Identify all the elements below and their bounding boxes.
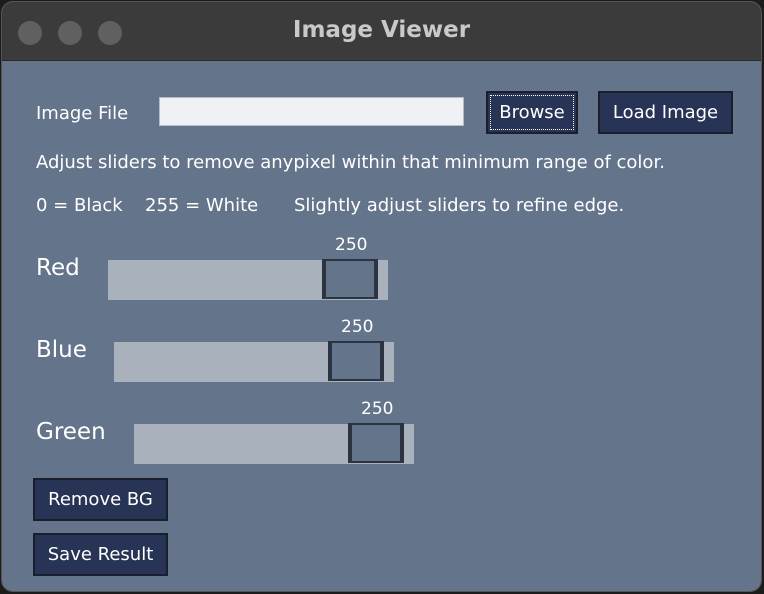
instruction-text: Adjust sliders to remove anypixel within… <box>36 152 665 173</box>
blue-slider-value: 250 <box>341 317 374 337</box>
blue-slider[interactable] <box>114 341 394 382</box>
green-slider-value: 250 <box>361 399 394 419</box>
window-title: Image Viewer <box>292 17 471 43</box>
browse-button[interactable]: Browse <box>486 91 578 134</box>
blue-slider-label: Blue <box>36 337 87 363</box>
white-value-text: 255 = White <box>145 195 259 216</box>
save-result-button[interactable]: Save Result <box>33 533 168 576</box>
red-slider-value: 250 <box>335 235 368 255</box>
green-slider-label: Green <box>36 419 106 445</box>
green-slider-thumb[interactable] <box>348 423 404 463</box>
red-slider-label: Red <box>36 255 80 281</box>
image-viewer-window: Image Viewer Image File Browse Load Imag… <box>2 2 761 591</box>
black-value-text: 0 = Black <box>36 195 123 216</box>
image-file-input[interactable] <box>159 97 464 126</box>
title-bar[interactable]: Image Viewer <box>2 2 761 61</box>
image-file-label: Image File <box>36 103 129 124</box>
green-slider[interactable] <box>134 423 414 464</box>
red-slider[interactable] <box>108 259 388 300</box>
remove-bg-button[interactable]: Remove BG <box>33 478 168 521</box>
refine-hint-text: Slightly adjust sliders to refine edge. <box>294 195 625 216</box>
blue-slider-thumb[interactable] <box>328 341 384 381</box>
red-slider-thumb[interactable] <box>322 259 378 299</box>
load-image-button[interactable]: Load Image <box>598 91 733 134</box>
